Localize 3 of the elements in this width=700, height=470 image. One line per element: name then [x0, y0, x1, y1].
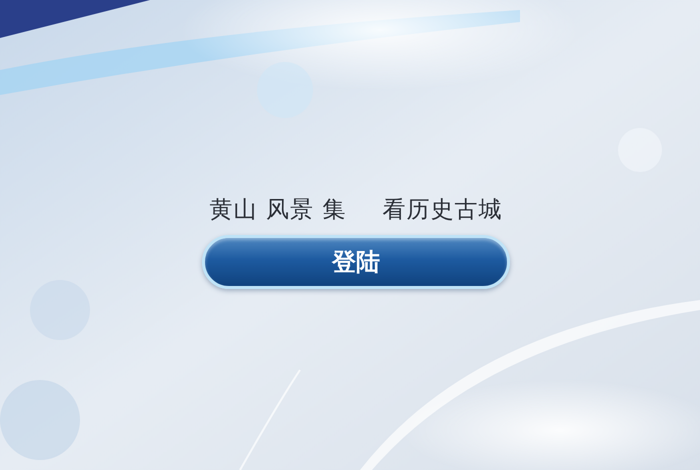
- headline-text: 黄山 风景 集: [210, 196, 346, 225]
- headline-text: 看历史古城: [382, 196, 502, 225]
- login-button[interactable]: 登陆: [202, 235, 510, 289]
